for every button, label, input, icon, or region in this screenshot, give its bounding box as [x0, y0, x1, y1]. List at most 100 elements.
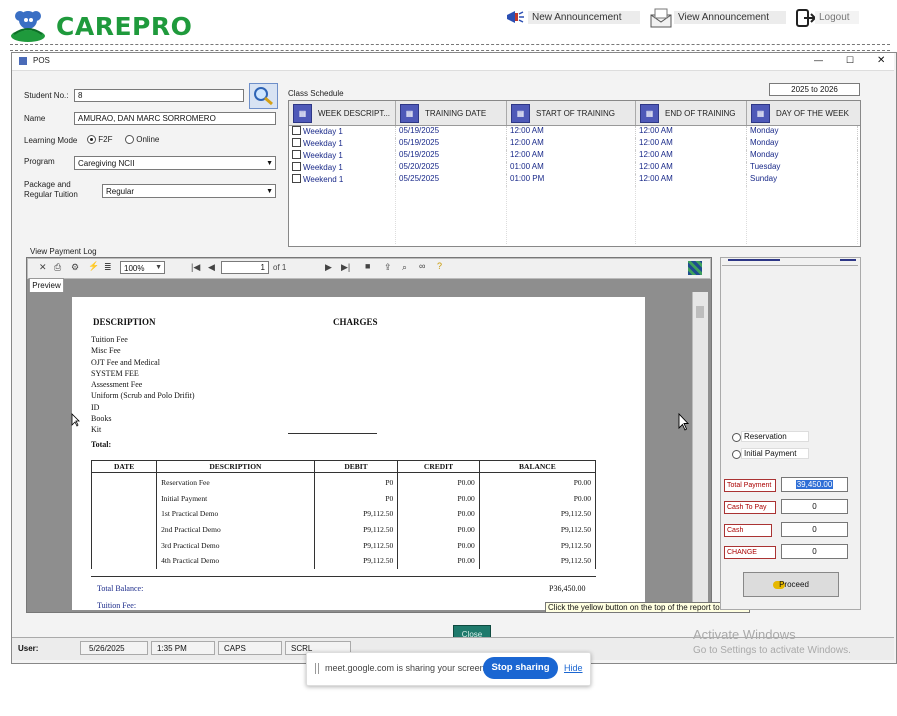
minimize-button[interactable]: —: [814, 55, 823, 65]
prev-page-icon[interactable]: ◀: [208, 262, 215, 273]
total-balance-label: Total Balance:: [97, 584, 144, 593]
row-checkbox[interactable]: [292, 174, 301, 183]
print-setup-icon[interactable]: ⚙: [71, 262, 79, 273]
total-underline: [288, 433, 377, 434]
proceed-button[interactable]: Proceed: [743, 572, 839, 597]
schedule-row[interactable]: Weekday 1 05/19/2025 12:00 AM 12:00 AM Monda…: [289, 138, 860, 150]
scrollbar-thumb[interactable]: [696, 306, 704, 318]
radio-f2f[interactable]: F2F: [87, 135, 112, 145]
column-header-start[interactable]: ▦ START OF TRAINING: [507, 101, 636, 125]
megaphone-icon[interactable]: [505, 8, 525, 26]
logout-button[interactable]: Logout: [815, 11, 859, 24]
export-icon[interactable]: ⇪: [384, 262, 392, 273]
page-number-field[interactable]: 1: [221, 261, 269, 274]
fee-item: SYSTEM FEE: [91, 368, 139, 378]
cash-to-pay-field[interactable]: 0: [781, 499, 848, 514]
name-field[interactable]: AMURAO, DAN MARC SORROMERO: [74, 112, 276, 125]
ledger-cell: P0.00: [397, 521, 480, 538]
row-checkbox[interactable]: [292, 162, 301, 171]
zoom-icon[interactable]: ⌕: [402, 262, 407, 273]
schedule-cell: 05/20/2025: [396, 162, 507, 174]
binoculars-icon[interactable]: ∞: [419, 261, 425, 271]
schedule-cell: 12:00 AM: [636, 138, 747, 150]
schedule-row[interactable]: Weekday 1 05/19/2025 12:00 AM 12:00 AM Monda…: [289, 150, 860, 162]
schedule-row[interactable]: Weekday 1 05/19/2025 12:00 AM 12:00 AM Monda…: [289, 126, 860, 138]
program-select[interactable]: Caregiving NCII ▼: [74, 156, 276, 170]
schedule-cell-text: 12:00 AM: [510, 150, 544, 159]
schedule-cell-text: Weekend 1: [303, 175, 344, 184]
package-select-value: Regular: [106, 187, 135, 196]
schedule-cell: Monday: [747, 150, 858, 162]
ledger-cell: P9,112.50: [478, 521, 597, 538]
first-page-icon[interactable]: |◀: [191, 262, 200, 273]
hide-link[interactable]: Hide: [564, 663, 583, 673]
column-header-end[interactable]: ▦ END OF TRAINING: [636, 101, 747, 125]
row-checkbox[interactable]: [292, 126, 301, 135]
maximize-button[interactable]: ☐: [846, 55, 854, 66]
preview-tab[interactable]: Preview: [29, 278, 64, 292]
radio-initial-payment[interactable]: [732, 450, 741, 460]
ledger-cell: P9,112.50: [478, 552, 597, 569]
close-window-button[interactable]: ✕: [877, 55, 885, 66]
row-checkbox[interactable]: [292, 138, 301, 147]
report-toolbar: ✕ ⎙ ⚙ ⚡ ≣ 100% ▼ |◀ ◀ 1 of 1 ▶ ▶| ■ ⇪ ⌕ ∞…: [27, 258, 711, 279]
total-balance-value: P36,450.00: [549, 584, 586, 593]
radio-reservation[interactable]: [732, 433, 741, 443]
mouse-cursor-icon: [678, 412, 690, 433]
schedule-header: ▦ WEEK DESCRIPT... ▦ TRAINING DATE ▦ START …: [289, 101, 860, 126]
ledger-table: DATE DESCRIPTION DEBIT CREDIT BALANCE Re…: [90, 460, 597, 569]
package-select[interactable]: Regular ▼: [102, 184, 276, 198]
date-range-field[interactable]: 2025 to 2026: [769, 83, 860, 96]
print-icon[interactable]: ⎙: [54, 262, 61, 273]
column-header-week[interactable]: ▦ WEEK DESCRIPT...: [289, 101, 396, 125]
next-page-icon[interactable]: ▶: [325, 262, 332, 273]
stop-icon[interactable]: ■: [365, 261, 370, 271]
schedule-cell-text: 12:00 AM: [510, 126, 544, 135]
ledger-cell: [90, 472, 158, 491]
logout-icon[interactable]: [795, 8, 817, 28]
pos-window-icon: [19, 57, 27, 65]
zoom-select[interactable]: 100% ▼: [120, 261, 165, 274]
refresh-icon[interactable]: ⚡: [88, 261, 99, 272]
ledger-cell: 2nd Practical Demo: [156, 521, 315, 538]
schedule-cell-text: 05/19/2025: [399, 138, 440, 147]
program-select-value: Caregiving NCII: [78, 159, 135, 168]
total-payment-field[interactable]: 39,450.00: [781, 477, 848, 492]
calendar-icon: ▦: [751, 103, 770, 123]
schedule-row[interactable]: Weekday 1 05/20/2025 01:00 AM 12:00 AM Tuesd…: [289, 162, 860, 174]
column-header-date[interactable]: ▦ TRAINING DATE: [396, 101, 507, 125]
view-announcement-button[interactable]: View Announcement: [674, 11, 786, 24]
help-icon[interactable]: ?: [437, 261, 442, 271]
report-scrollbar[interactable]: [692, 292, 708, 610]
screen-share-bar: meet.google.com is sharing your screen. …: [306, 652, 591, 686]
column-header-day[interactable]: ▦ DAY OF THE WEEK: [747, 101, 858, 125]
stop-sharing-button[interactable]: Stop sharing: [483, 657, 558, 679]
page-of-label: of 1: [273, 263, 287, 272]
student-no-field[interactable]: 8: [74, 89, 244, 102]
schedule-cell: 05/19/2025: [396, 138, 507, 150]
class-schedule-label: Class Schedule: [288, 89, 344, 98]
close-report-icon[interactable]: ✕: [39, 262, 47, 273]
schedule-cell-text: 05/19/2025: [399, 126, 440, 135]
change-field[interactable]: 0: [781, 544, 848, 559]
student-no-label: Student No.:: [24, 91, 69, 100]
schedule-cell: 01:00 PM: [507, 174, 636, 186]
total-payment-label: Total Payment: [724, 479, 776, 492]
row-checkbox[interactable]: [292, 150, 301, 159]
drag-handle-icon[interactable]: [315, 663, 319, 674]
window-title: POS: [33, 56, 50, 65]
envelope-icon[interactable]: [650, 8, 672, 28]
fee-items: Tuition Fee Misc Fee OJT Fee and Medical SY…: [91, 334, 195, 436]
ledger-cell: P0.00: [397, 506, 480, 522]
schedule-row[interactable]: Weekend 1 05/25/2025 01:00 PM 12:00 AM Sunda…: [289, 174, 860, 186]
last-page-icon[interactable]: ▶|: [341, 262, 350, 273]
new-announcement-button[interactable]: New Announcement: [528, 11, 640, 24]
schedule-cell: Weekday 1: [289, 150, 396, 162]
cash-label: Cash: [724, 524, 772, 537]
description-header: DESCRIPTION: [93, 317, 156, 327]
group-tree-icon[interactable]: ≣: [104, 262, 112, 273]
search-student-button[interactable]: [249, 83, 278, 109]
cash-field[interactable]: 0: [781, 522, 848, 537]
ledger-header-credit: CREDIT: [397, 460, 480, 473]
radio-online[interactable]: Online: [125, 135, 159, 145]
